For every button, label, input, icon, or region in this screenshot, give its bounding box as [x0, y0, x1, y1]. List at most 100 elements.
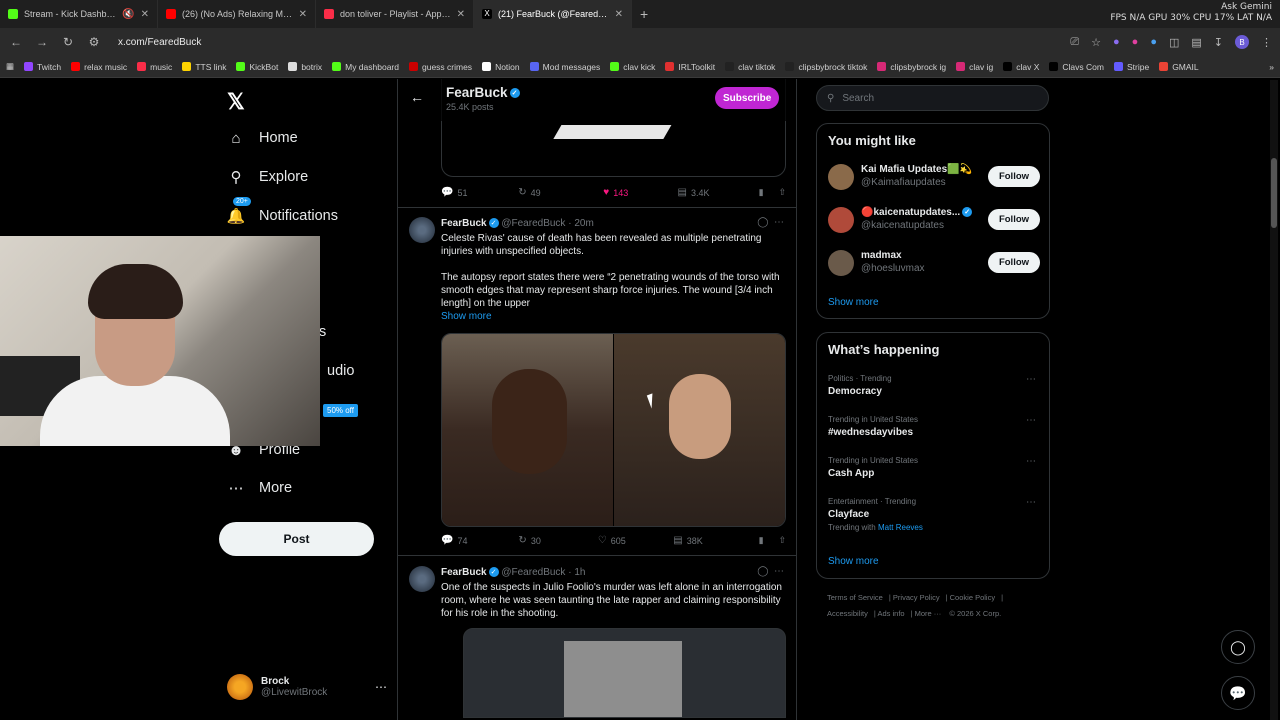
- trend-item[interactable]: Politics · Trending Democracy ⋯: [828, 374, 1040, 397]
- trend-item[interactable]: Entertainment · Trending Clayface Trendi…: [828, 497, 1040, 532]
- bookmark-item[interactable]: My dashboard: [332, 62, 399, 72]
- avatar[interactable]: [409, 566, 435, 592]
- bookmark-item[interactable]: clav tiktok: [725, 62, 775, 72]
- cookie-link[interactable]: Cookie Policy: [950, 593, 995, 602]
- bookmark-item[interactable]: clav X: [1003, 62, 1039, 72]
- nav-partial-label[interactable]: udio: [327, 363, 354, 379]
- avatar[interactable]: [828, 207, 854, 233]
- downloads-icon[interactable]: ↧: [1214, 36, 1223, 49]
- bookmark-item[interactable]: GMAIL: [1159, 62, 1199, 72]
- bookmark-item[interactable]: relax music: [71, 62, 127, 72]
- tweet-menu[interactable]: ◯ ⋯: [757, 566, 784, 577]
- mute-icon[interactable]: 🔇: [122, 9, 134, 20]
- bookmark-item[interactable]: clipsbybrock tiktok: [785, 62, 867, 72]
- grok-icon[interactable]: ◯: [1221, 630, 1255, 664]
- privacy-link[interactable]: Privacy Policy: [893, 593, 940, 602]
- nav-explore[interactable]: ⚲ Explore: [227, 168, 309, 186]
- bookmark-item[interactable]: Clavs Com: [1049, 62, 1104, 72]
- show-more-link[interactable]: Show more: [441, 311, 492, 322]
- video-thumbnail[interactable]: [564, 641, 682, 717]
- bookmark-item[interactable]: botrix: [288, 62, 322, 72]
- url-field[interactable]: x.com/FearedBuck: [118, 37, 201, 48]
- trend-with-link[interactable]: Matt Reeves: [878, 523, 923, 532]
- follow-button[interactable]: Follow: [988, 166, 1040, 187]
- tweet[interactable]: FearBuck ✓ @FearedBuck · 20m ◯ ⋯ Celeste …: [398, 215, 796, 555]
- install-icon[interactable]: ⎚: [1070, 36, 1079, 49]
- sidebar-icon[interactable]: ▤: [1191, 36, 1201, 49]
- repost-button[interactable]: ↻ 30: [518, 535, 597, 546]
- close-icon[interactable]: ✕: [141, 9, 149, 20]
- close-icon[interactable]: ✕: [457, 9, 465, 20]
- views-button[interactable]: ▤ 3.4K: [678, 187, 759, 198]
- tweet-media[interactable]: [463, 628, 786, 718]
- more-icon[interactable]: ⋯: [1026, 456, 1036, 467]
- tweet[interactable]: FearBuck ✓ @FearedBuck · 1h ◯ ⋯ One of th…: [398, 564, 796, 720]
- more-icon[interactable]: ⋯: [375, 680, 387, 694]
- reply-button[interactable]: 💬 74: [441, 535, 518, 546]
- ads-info-link[interactable]: Ads info: [877, 609, 904, 618]
- reload-icon[interactable]: ↻: [60, 35, 76, 49]
- search-box[interactable]: ⚲ Search: [816, 85, 1049, 111]
- forward-icon[interactable]: →: [34, 35, 50, 49]
- tab-kick-dashboard[interactable]: Stream - Kick Dashboard 🔇 ✕: [0, 0, 158, 28]
- extension-icon[interactable]: ●: [1132, 36, 1139, 48]
- like-button[interactable]: ♡ 605: [598, 535, 673, 546]
- nav-notifications[interactable]: 🔔 20+ Notifications: [227, 197, 338, 225]
- bookmark-icon[interactable]: ▮: [759, 187, 779, 198]
- avatar[interactable]: [828, 164, 854, 190]
- more-link[interactable]: More ···: [915, 609, 942, 618]
- subscribe-button[interactable]: Subscribe: [715, 87, 780, 109]
- follow-button[interactable]: Follow: [988, 252, 1040, 273]
- close-icon[interactable]: ✕: [615, 9, 623, 20]
- tweet-time[interactable]: 20m: [574, 218, 593, 229]
- avatar[interactable]: [828, 250, 854, 276]
- close-icon[interactable]: ✕: [299, 9, 307, 20]
- back-arrow-icon[interactable]: ←: [410, 89, 424, 105]
- post-button[interactable]: Post: [219, 522, 374, 556]
- extension-icon[interactable]: ●: [1150, 36, 1157, 48]
- author-handle[interactable]: @FearedBuck: [501, 567, 565, 578]
- tweet-time[interactable]: 1h: [574, 567, 585, 578]
- more-icon[interactable]: ⋯: [1026, 415, 1036, 426]
- show-more-link[interactable]: Show more: [828, 556, 879, 567]
- bookmark-item[interactable]: Notion: [482, 62, 520, 72]
- bookmark-icon[interactable]: ▮: [759, 535, 779, 546]
- apps-grid-icon[interactable]: ▦: [6, 61, 14, 72]
- bookmark-item[interactable]: Mod messages: [529, 62, 600, 72]
- nav-partial-label[interactable]: s: [319, 324, 326, 340]
- suggested-user[interactable]: 🔴kaicenatupdates... ✓ @kaicenatupdates Fo…: [828, 207, 1040, 237]
- user-name[interactable]: madmax: [861, 250, 902, 261]
- scrollbar-thumb[interactable]: [1271, 158, 1277, 228]
- more-icon[interactable]: ⋯: [774, 566, 784, 577]
- reply-button[interactable]: 💬 51: [441, 187, 518, 198]
- avatar[interactable]: [409, 217, 435, 243]
- author-name[interactable]: FearBuck: [441, 567, 487, 578]
- bookmark-item[interactable]: clav kick: [610, 62, 655, 72]
- nav-more[interactable]: ⋯ More: [227, 479, 293, 497]
- user-name[interactable]: 🔴kaicenatupdates... ✓: [861, 207, 973, 218]
- user-name[interactable]: Kai Mafia Updates🟩💫: [861, 164, 972, 175]
- menu-icon[interactable]: ⋮: [1261, 36, 1272, 49]
- author-name[interactable]: FearBuck: [441, 218, 487, 229]
- follow-button[interactable]: Follow: [988, 209, 1040, 230]
- tweet-media[interactable]: [441, 333, 786, 527]
- bookmark-item[interactable]: TTS link: [182, 62, 226, 72]
- show-more-link[interactable]: Show more: [828, 297, 879, 308]
- x-logo-icon[interactable]: 𝕏: [227, 89, 245, 115]
- accessibility-link[interactable]: Accessibility: [827, 609, 868, 618]
- suggested-user[interactable]: Kai Mafia Updates🟩💫 @Kaimafiaupdates Fol…: [828, 164, 1040, 194]
- grok-icon[interactable]: ◯: [757, 217, 768, 228]
- like-button[interactable]: ♥ 143: [603, 187, 677, 198]
- tweet-photo[interactable]: [442, 334, 613, 526]
- more-icon[interactable]: ⋯: [774, 217, 784, 228]
- messages-icon[interactable]: 💬: [1221, 676, 1255, 710]
- repost-button[interactable]: ↻ 49: [518, 187, 603, 198]
- trend-item[interactable]: Trending in United States #wednesdayvibe…: [828, 415, 1040, 438]
- new-tab-button[interactable]: +: [632, 6, 656, 22]
- bookmark-item[interactable]: guess crimes: [408, 62, 472, 72]
- bookmark-item[interactable]: Twitch: [24, 62, 61, 72]
- bookmark-item[interactable]: IRLToolkit: [665, 62, 715, 72]
- grok-icon[interactable]: ◯: [757, 566, 768, 577]
- share-icon[interactable]: ⇧: [778, 535, 786, 546]
- tab-fearbuck[interactable]: X (21) FearBuck (@FearedBuck) / ✕: [474, 0, 632, 28]
